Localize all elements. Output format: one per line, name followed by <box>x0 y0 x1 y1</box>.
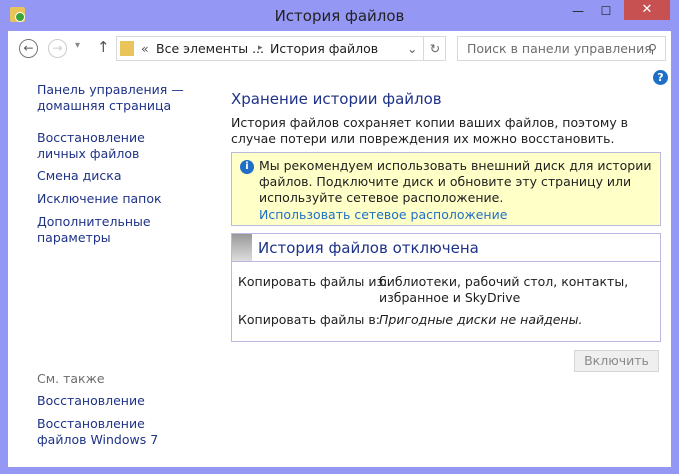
page-description: История файлов сохраняет копии ваших фай… <box>231 115 629 146</box>
breadcrumb-all-items[interactable]: Все элементы ... <box>156 37 264 60</box>
status-panel: История файлов отключена Копировать файл… <box>231 233 661 342</box>
search-placeholder: Поиск в панели управления <box>467 41 652 56</box>
back-button[interactable]: ← <box>19 39 38 58</box>
sidebar-item-home[interactable]: Панель управления — домашняя страница <box>37 82 207 114</box>
breadcrumb-file-history[interactable]: История файлов <box>270 37 378 60</box>
info-icon: i <box>240 160 254 174</box>
copy-to-value: Пригодные диски не найдены. <box>379 312 583 327</box>
minimize-button[interactable]: — <box>565 2 591 20</box>
search-icon[interactable]: ⚲ <box>648 37 657 60</box>
forward-button[interactable]: → <box>48 39 67 58</box>
search-input[interactable]: Поиск в панели управления ⚲ <box>457 36 666 61</box>
divider <box>232 261 660 262</box>
help-icon[interactable]: ? <box>653 70 668 85</box>
copy-from-label: Копировать файлы из: <box>238 274 388 289</box>
copy-from-value: библиотеки, рабочий стол, контакты, избр… <box>379 274 629 305</box>
breadcrumb-separator[interactable]: ▸ <box>258 37 263 60</box>
address-dropdown[interactable]: ⌄ <box>407 37 417 60</box>
see-also-recovery[interactable]: Восстановление <box>37 393 207 409</box>
see-also-label: См. также <box>37 371 105 386</box>
sidebar-item-advanced[interactable]: Дополнительные параметры <box>37 214 207 246</box>
status-bar-marker <box>232 234 252 261</box>
address-bar[interactable]: « Все элементы ... ▸ История файлов ⌄ ↻ <box>116 36 446 61</box>
history-icon <box>120 41 134 56</box>
copy-to-label: Копировать файлы в: <box>238 312 380 327</box>
status-title: История файлов отключена <box>258 239 479 257</box>
page-heading: Хранение истории файлов <box>231 90 442 108</box>
info-banner: i Мы рекомендуем использовать внешний ди… <box>231 152 661 226</box>
refresh-button[interactable]: ↻ <box>423 37 446 60</box>
up-button[interactable]: ↑ <box>97 38 110 56</box>
info-text: Мы рекомендуем использовать внешний диск… <box>259 158 652 205</box>
close-button[interactable]: ✕ <box>624 0 670 20</box>
sidebar-item-change-drive[interactable]: Смена диска <box>37 168 207 184</box>
breadcrumb-overflow[interactable]: « <box>141 37 149 60</box>
use-network-location-link[interactable]: Использовать сетевое расположение <box>259 207 507 222</box>
see-also-windows7-recovery[interactable]: Восстановление файлов Windows 7 <box>37 416 187 448</box>
sidebar-item-exclude-folders[interactable]: Исключение папок <box>37 191 207 207</box>
sidebar-item-restore-personal[interactable]: Восстановление личных файлов <box>37 130 187 162</box>
recent-pages-button[interactable]: ▾ <box>75 40 80 51</box>
maximize-button[interactable]: ☐ <box>593 2 619 20</box>
enable-button[interactable]: Включить <box>574 350 659 372</box>
